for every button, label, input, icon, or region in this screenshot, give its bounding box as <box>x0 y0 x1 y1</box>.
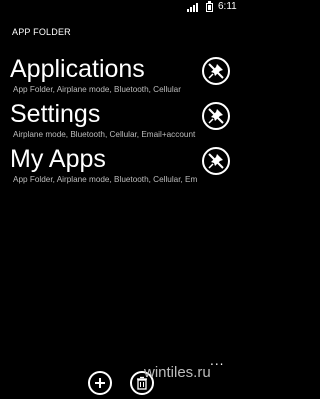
folder-subtitle: App Folder, Airplane mode, Bluetooth, Ce… <box>13 85 181 94</box>
unpin-button[interactable] <box>202 102 230 130</box>
unpin-button[interactable] <box>202 57 230 85</box>
folder-list: Applications App Folder, Airplane mode, … <box>0 54 240 189</box>
folder-title: Settings <box>10 100 101 128</box>
folder-subtitle: Airplane mode, Bluetooth, Cellular, Emai… <box>13 130 196 139</box>
page-title: APP FOLDER <box>12 27 71 37</box>
status-time: 6:11 <box>218 1 237 12</box>
folder-title: Applications <box>10 55 145 83</box>
watermark-text: wintiles.ru <box>144 364 211 381</box>
folder-subtitle: App Folder, Airplane mode, Bluetooth, Ce… <box>13 175 198 184</box>
add-button[interactable] <box>88 371 112 395</box>
unpin-icon <box>208 63 224 79</box>
folder-item-settings[interactable]: Settings Airplane mode, Bluetooth, Cellu… <box>0 99 240 144</box>
battery-icon <box>206 1 213 12</box>
signal-strength-icon <box>187 3 201 12</box>
more-options-button[interactable]: ... <box>210 354 224 368</box>
plus-icon <box>95 378 105 388</box>
unpin-icon <box>208 108 224 124</box>
unpin-button[interactable] <box>202 147 230 175</box>
folder-item-applications[interactable]: Applications App Folder, Airplane mode, … <box>0 54 240 99</box>
unpin-icon <box>208 153 224 169</box>
folder-title: My Apps <box>10 145 106 173</box>
folder-item-my-apps[interactable]: My Apps App Folder, Airplane mode, Bluet… <box>0 144 240 189</box>
status-bar: 6:11 <box>0 0 240 16</box>
